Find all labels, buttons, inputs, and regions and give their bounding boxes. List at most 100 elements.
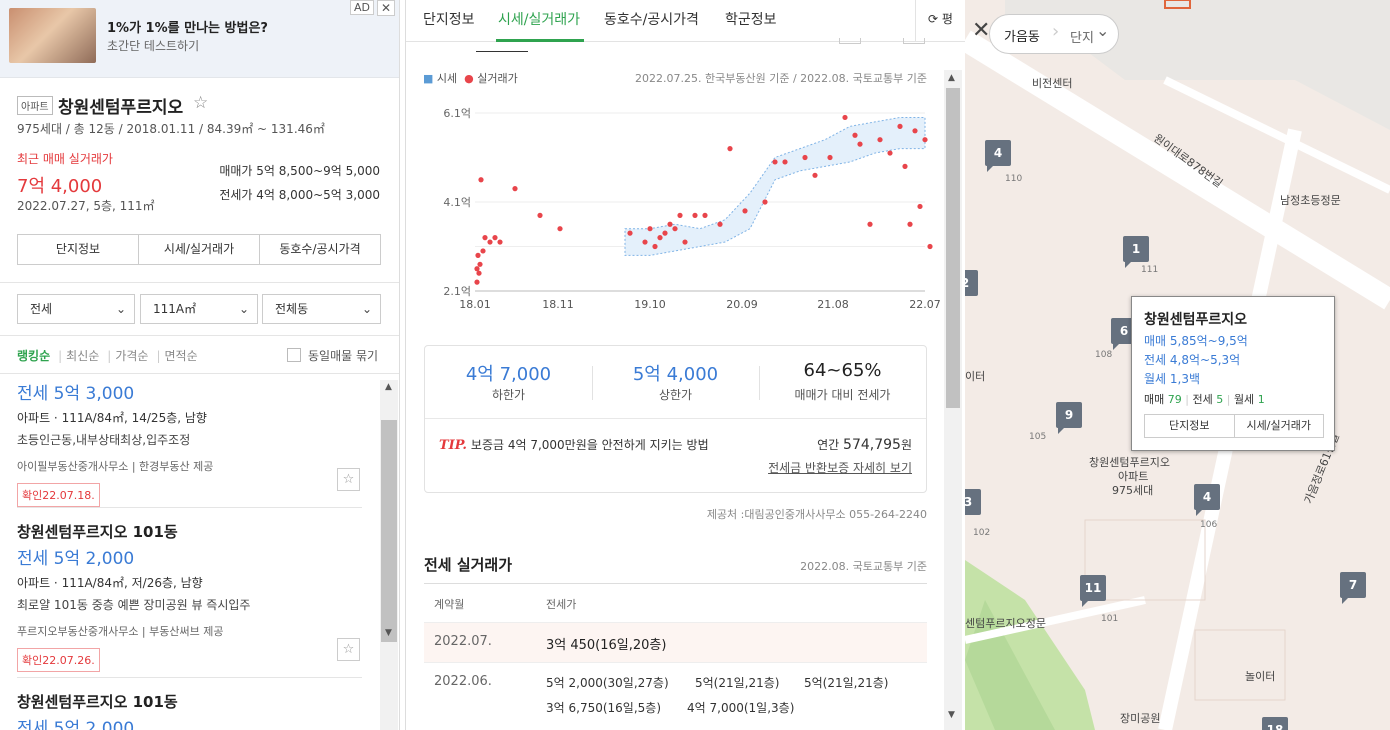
- building-marker[interactable]: 9: [1056, 402, 1082, 434]
- scroll-down-icon[interactable]: ▼: [385, 628, 392, 638]
- favorite-star-icon[interactable]: ☆: [193, 93, 208, 113]
- tab-complex-info[interactable]: 단지정보: [423, 9, 475, 29]
- listing-favorite-star-icon[interactable]: ☆: [337, 468, 360, 491]
- real-trade-point: [782, 159, 788, 165]
- bundle-checkbox[interactable]: [287, 348, 301, 362]
- price-chart[interactable]: 6.1억 4.1억 2.1억18.01 18.11 19.10 20.09 21.08 22.…: [420, 95, 940, 325]
- listing-spec: 아파트 · 111A/84㎡, 저/26층, 남향: [17, 576, 203, 590]
- listing-favorite-star-icon[interactable]: ☆: [337, 638, 360, 661]
- map-filter-bar[interactable]: 가음동 › 단지 ⌄: [989, 14, 1119, 54]
- scrollbar-thumb[interactable]: [946, 88, 960, 408]
- close-icon[interactable]: ✕: [972, 20, 990, 42]
- ad-subtitle[interactable]: 초간단 테스트하기: [107, 37, 199, 54]
- complex-button-row: 단지정보 시세/실거래가 동호수/공시가격: [17, 234, 381, 265]
- table-row: 2022.07. 3억 450(16일,20층): [424, 623, 927, 663]
- real-trade-point: [512, 186, 518, 192]
- real-trade-point: [557, 226, 563, 232]
- tip-fee: 연간 574,795원: [817, 436, 912, 453]
- tip-fee-value: 574,795: [843, 437, 901, 453]
- area-value: 111A㎡: [153, 302, 197, 316]
- building-number: 105: [1029, 432, 1047, 442]
- map-label: 975세대: [1112, 484, 1154, 497]
- unit-price-button[interactable]: 동호수/공시가격: [260, 235, 380, 264]
- recent-sale-price: 7억 4,000: [17, 176, 103, 197]
- popup-monthly: 월세 1,3백: [1144, 372, 1201, 386]
- trade-type-select[interactable]: 전세 ⌄: [17, 294, 135, 324]
- ad-close-icon[interactable]: ✕: [377, 0, 395, 16]
- lower-price-value: 4억 7,000: [465, 364, 552, 385]
- guarantee-link[interactable]: 전세금 반환보증 자세히 보기: [768, 459, 912, 476]
- refresh-button[interactable]: ⟳ 평: [915, 0, 965, 42]
- scroll-down-icon[interactable]: ▼: [948, 710, 955, 720]
- tab-price-history[interactable]: 시세/실거래가: [498, 9, 580, 29]
- listing-item[interactable]: 창원센텀푸르지오 101동 전세 5억 2,000 아파트 · 111A/84㎡…: [17, 521, 362, 672]
- tab-unit-price[interactable]: 동호수/공시가격: [604, 9, 699, 29]
- refresh-label: 평: [941, 12, 953, 26]
- detail-scrollbar[interactable]: ▲ ▼: [944, 70, 962, 730]
- building-marker[interactable]: 2: [965, 270, 978, 296]
- real-trade-point: [475, 252, 481, 258]
- building-marker[interactable]: 4: [985, 140, 1011, 172]
- building-marker[interactable]: 7: [1340, 572, 1366, 604]
- y-tick-label: 2.1억: [443, 285, 471, 298]
- listing-item[interactable]: 창원센텀푸르지오 101동 전세 5억 2,000: [17, 691, 362, 730]
- x-tick-label: 21.08: [817, 298, 849, 311]
- legend-real-label: 실거래가: [477, 72, 518, 85]
- ad-title[interactable]: 1%가 1%를 만나는 방법은?: [107, 17, 268, 36]
- col-price: 전세가: [546, 598, 577, 611]
- real-trade-point: [897, 123, 903, 129]
- recent-sale-label: 최근 매매 실거래가: [17, 152, 113, 166]
- area-select[interactable]: 111A㎡ ⌄: [140, 294, 258, 324]
- map-label: 이터: [965, 370, 986, 383]
- sort-latest[interactable]: 최신순: [66, 349, 99, 363]
- row-deal: 3억 6,750(16일,5층): [546, 701, 662, 715]
- scrollbar-thumb[interactable]: [381, 420, 397, 642]
- sort-price[interactable]: 가격순: [115, 349, 148, 363]
- building-marker[interactable]: 1: [1123, 236, 1149, 268]
- listing-item[interactable]: 전세 5억 3,000 아파트 · 111A/84㎡, 14/25층, 남향 초…: [17, 377, 362, 507]
- listing-scrollbar[interactable]: ▲ ▼: [380, 380, 398, 730]
- bundle-label: 동일매물 묶기: [308, 349, 379, 363]
- listing-name: 창원센텀푸르지오 101동: [17, 693, 178, 711]
- row-deal: 4억 7,000(1일,3층): [687, 701, 795, 715]
- building-marker[interactable]: 4: [1194, 484, 1220, 516]
- sub-tab[interactable]: [839, 38, 861, 44]
- sort-area[interactable]: 면적순: [165, 349, 198, 363]
- real-trade-point: [482, 235, 488, 241]
- real-trade-point: [902, 163, 908, 169]
- lower-price-label: 하한가: [491, 388, 526, 402]
- tab-school-info[interactable]: 학군정보: [725, 9, 777, 29]
- dong-select[interactable]: 전체동 ⌄: [262, 294, 381, 324]
- y-tick-label: 4.1억: [443, 196, 471, 209]
- complex-info-button[interactable]: 단지정보: [18, 235, 139, 264]
- building-marker[interactable]: 11: [1080, 575, 1106, 607]
- divider: [425, 418, 926, 419]
- building-marker[interactable]: 18: [1262, 717, 1288, 730]
- section-source: 2022.08. 국토교통부 기준: [800, 560, 927, 573]
- ad-banner[interactable]: 1%가 1%를 만나는 방법은? 초간단 테스트하기 AD ✕: [0, 0, 399, 78]
- legend-market-label: 시세: [436, 72, 458, 85]
- left-panel: 1%가 1%를 만나는 방법은? 초간단 테스트하기 AD ✕ 아파트 창원센텀…: [0, 0, 400, 730]
- real-trade-point: [667, 221, 673, 227]
- popup-complex-info-button[interactable]: 단지정보: [1145, 415, 1235, 437]
- scroll-up-icon[interactable]: ▲: [385, 382, 392, 392]
- real-trade-point: [662, 230, 668, 236]
- popup-price-history-button[interactable]: 시세/실거래가: [1235, 415, 1324, 437]
- price-history-button[interactable]: 시세/실거래가: [139, 235, 260, 264]
- ad-thumbnail[interactable]: [9, 8, 96, 63]
- map-label: 장미공원: [1120, 712, 1161, 725]
- x-tick-label: 18.01: [459, 298, 491, 311]
- building-number: 102: [973, 528, 991, 538]
- chevron-down-icon: ⌄: [1096, 21, 1110, 40]
- popup-count-monthly-label: 월세: [1233, 393, 1255, 406]
- building-marker[interactable]: 3: [965, 489, 981, 515]
- dong-filter[interactable]: 가음동: [1004, 26, 1040, 45]
- sort-ranking[interactable]: 랭킹순: [17, 349, 50, 363]
- scroll-up-icon[interactable]: ▲: [948, 73, 955, 83]
- real-trade-point: [492, 235, 498, 241]
- type-filter[interactable]: 단지: [1070, 27, 1094, 46]
- x-tick-label: 19.10: [634, 298, 666, 311]
- sub-tab[interactable]: [903, 38, 925, 44]
- real-trade-point: [672, 226, 678, 232]
- x-tick-label: 18.11: [542, 298, 574, 311]
